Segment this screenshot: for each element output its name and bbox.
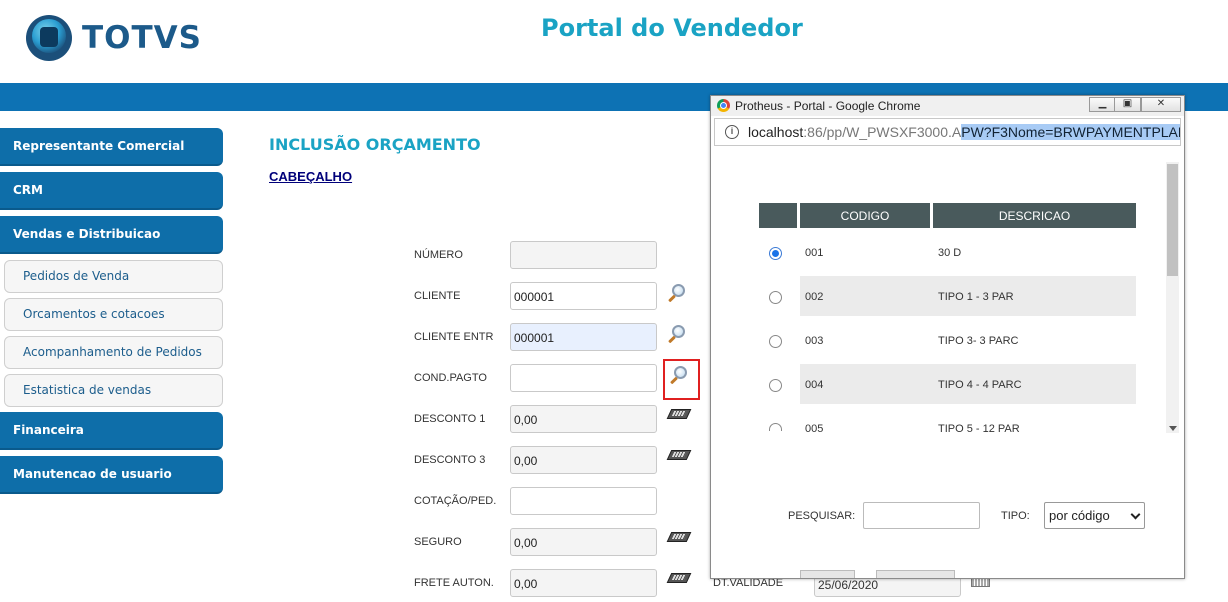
cotacao-label: COTAÇÃO/PED. <box>414 495 497 507</box>
frete-label: FRETE AUTON. <box>414 577 494 589</box>
tipo-select-value: por código <box>1049 508 1110 523</box>
info-icon[interactable]: i <box>725 125 739 139</box>
cliente-entr-field[interactable]: 000001 <box>510 323 657 351</box>
cabecalho-link[interactable]: CABEÇALHO <box>269 169 352 184</box>
sidebar-item-representante-comercial[interactable]: Representante Comercial <box>0 128 223 166</box>
sidebar-item-orcamentos-cotacoes[interactable]: Orcamentos e cotacoes <box>4 298 223 331</box>
sidebar-item-acompanhamento-pedidos[interactable]: Acompanhamento de Pedidos <box>4 336 223 369</box>
popup-button[interactable] <box>876 570 955 578</box>
url-selected: PW?F3Nome=BRWPAYMENTPLAN <box>961 124 1180 140</box>
row-codigo: 005 <box>805 423 824 435</box>
desconto1-field[interactable]: 0,00 <box>510 405 657 433</box>
sidebar-item-vendas-distribuicao[interactable]: Vendas e Distribuicao <box>0 216 223 254</box>
row-descricao: TIPO 3- 3 PARC <box>938 335 1019 347</box>
numero-field[interactable] <box>510 241 657 269</box>
row-codigo: 003 <box>805 335 824 347</box>
sidebar-item-estatistica-vendas[interactable]: Estatistica de vendas <box>4 374 223 407</box>
row-descricao: TIPO 1 - 3 PAR <box>938 291 1014 303</box>
frete-field[interactable]: 0,00 <box>510 569 657 597</box>
chrome-icon <box>717 99 730 112</box>
row-radio[interactable] <box>769 291 782 304</box>
popup-titlebar[interactable]: Protheus - Portal - Google Chrome ▁ ▣ ✕ <box>711 96 1184 116</box>
calculator-icon[interactable] <box>666 532 692 544</box>
totvs-logo: TOTVS <box>26 15 202 61</box>
row-radio[interactable] <box>769 247 782 260</box>
table-header-descricao: DESCRICAO <box>933 203 1136 228</box>
sidebar-item-pedidos-venda[interactable]: Pedidos de Venda <box>4 260 223 293</box>
search-input[interactable] <box>863 502 980 529</box>
cond-pagto-search-icon[interactable] <box>670 365 690 385</box>
url-bar[interactable]: i localhost:86/pp/W_PWSXF3000.APW?F3Nome… <box>714 118 1181 146</box>
row-radio[interactable] <box>769 423 782 431</box>
cond-pagto-label: COND.PAGTO <box>414 372 487 384</box>
cliente-entr-search-icon[interactable] <box>668 324 688 344</box>
table-header-select <box>759 203 797 228</box>
minimize-button[interactable]: ▁ <box>1089 97 1116 112</box>
logo-text: TOTVS <box>82 20 202 56</box>
row-codigo: 001 <box>805 247 824 259</box>
calculator-icon[interactable] <box>666 450 692 462</box>
keyboard-icon[interactable] <box>971 578 990 587</box>
page-title: INCLUSÃO ORÇAMENTO <box>269 135 481 154</box>
scroll-down-arrow-icon[interactable] <box>1169 426 1177 431</box>
seguro-label: SEGURO <box>414 536 462 548</box>
search-label: PESQUISAR: <box>788 510 856 522</box>
numero-label: NÚMERO <box>414 249 463 261</box>
row-codigo: 004 <box>805 379 824 391</box>
tipo-label: TIPO: <box>1001 510 1030 522</box>
portal-title: Portal do Vendedor <box>541 14 803 42</box>
chevron-down-icon <box>1130 509 1141 520</box>
url-host: localhost <box>748 124 804 140</box>
table-scrollbar[interactable] <box>1166 162 1179 433</box>
sidebar-item-manutencao-usuario[interactable]: Manutencao de usuario <box>0 456 223 494</box>
desconto3-field[interactable]: 0,00 <box>510 446 657 474</box>
cliente-label: CLIENTE <box>414 290 461 302</box>
desconto3-label: DESCONTO 3 <box>414 454 486 466</box>
row-radio[interactable] <box>769 335 782 348</box>
sidebar-item-financeira[interactable]: Financeira <box>0 412 223 450</box>
row-descricao: TIPO 4 - 4 PARC <box>938 379 1022 391</box>
calculator-icon[interactable] <box>666 573 692 585</box>
maximize-button[interactable]: ▣ <box>1114 97 1141 112</box>
cotacao-field[interactable] <box>510 487 657 515</box>
url-rest: :86/pp/W_PWSXF3000.A <box>803 124 962 140</box>
popup-button[interactable] <box>800 570 855 578</box>
popup-title: Protheus - Portal - Google Chrome <box>735 99 921 113</box>
row-descricao: TIPO 5 - 12 PAR <box>938 423 1020 435</box>
cliente-field[interactable]: 000001 <box>510 282 657 310</box>
sidebar-item-crm[interactable]: CRM <box>0 172 223 210</box>
row-codigo: 002 <box>805 291 824 303</box>
cliente-entr-label: CLIENTE ENTR <box>414 331 494 343</box>
close-button[interactable]: ✕ <box>1141 97 1181 112</box>
row-radio[interactable] <box>769 379 782 392</box>
popup-window: Protheus - Portal - Google Chrome ▁ ▣ ✕ … <box>710 95 1185 579</box>
desconto1-label: DESCONTO 1 <box>414 413 486 425</box>
totvs-logo-icon <box>26 15 72 61</box>
scroll-thumb[interactable] <box>1167 164 1178 276</box>
calculator-icon[interactable] <box>666 409 692 421</box>
tipo-select[interactable]: por código <box>1044 502 1145 529</box>
row-descricao: 30 D <box>938 247 962 259</box>
table-header-codigo: CODIGO <box>800 203 930 228</box>
cond-pagto-field[interactable] <box>510 364 657 392</box>
cliente-search-icon[interactable] <box>668 283 688 303</box>
seguro-field[interactable]: 0,00 <box>510 528 657 556</box>
